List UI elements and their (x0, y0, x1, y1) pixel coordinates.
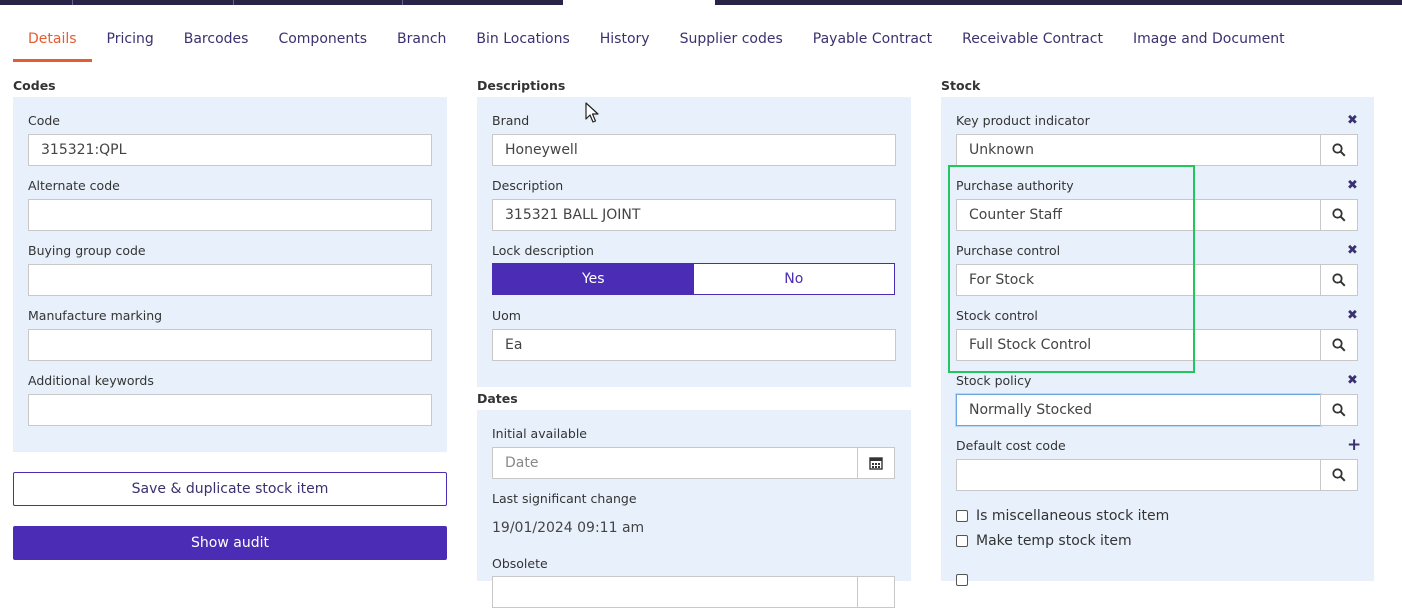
purchase-control-input[interactable]: For Stock (956, 264, 1321, 296)
code-label: Code (28, 113, 61, 128)
search-icon (1332, 468, 1346, 482)
lock-description-toggle: Yes No (492, 263, 895, 295)
code-input[interactable]: 315321:QPL (28, 134, 432, 166)
tab-details[interactable]: Details (13, 28, 92, 62)
stock-control-label: Stock control (956, 308, 1038, 323)
uom-label: Uom (492, 308, 521, 323)
default-cost-code-search-button[interactable] (1320, 459, 1358, 491)
last-significant-change-value: 19/01/2024 09:11 am (492, 520, 645, 536)
save-duplicate-button[interactable]: Save & duplicate stock item (13, 472, 447, 506)
lock-description-label: Lock description (492, 243, 594, 258)
tab-history[interactable]: History (585, 28, 665, 62)
top-nav-separator (402, 0, 403, 5)
top-nav-active-gap (563, 0, 715, 5)
default-cost-code-add-icon[interactable]: + (1347, 437, 1361, 454)
purchase-authority-label: Purchase authority (956, 178, 1074, 193)
purchase-control-clear-icon[interactable]: ✖ (1347, 243, 1358, 258)
uom-input[interactable]: Ea (492, 329, 896, 361)
buying-group-code-input[interactable] (28, 264, 432, 296)
tab-bar: Details Pricing Barcodes Components Bran… (13, 28, 1300, 62)
stock-policy-clear-icon[interactable]: ✖ (1347, 373, 1358, 388)
last-significant-change-label: Last significant change (492, 491, 637, 506)
lock-no-button[interactable]: No (693, 264, 894, 294)
search-icon (1332, 338, 1346, 352)
search-icon (1332, 208, 1346, 222)
calendar-icon (869, 457, 883, 470)
temp-stock-item-label: Make temp stock item (976, 533, 1132, 549)
stock-control-clear-icon[interactable]: ✖ (1347, 308, 1358, 323)
next-checkbox-row[interactable] (956, 574, 976, 586)
misc-stock-item-checkbox[interactable] (956, 510, 968, 522)
default-cost-code-label: Default cost code (956, 438, 1066, 453)
stock-policy-label: Stock policy (956, 373, 1032, 388)
stock-control-search-button[interactable] (1320, 329, 1358, 361)
descriptions-section-title: Descriptions (477, 78, 566, 93)
initial-available-label: Initial available (492, 426, 587, 441)
brand-label: Brand (492, 113, 530, 128)
purchase-authority-clear-icon[interactable]: ✖ (1347, 178, 1358, 193)
show-audit-button[interactable]: Show audit (13, 526, 447, 560)
tab-bin-locations[interactable]: Bin Locations (461, 28, 584, 62)
codes-section-title: Codes (13, 78, 56, 93)
tab-supplier-codes[interactable]: Supplier codes (665, 28, 798, 62)
temp-stock-item-checkbox[interactable] (956, 535, 968, 547)
description-label: Description (492, 178, 564, 193)
tab-image-and-document[interactable]: Image and Document (1118, 28, 1300, 62)
lock-yes-button[interactable]: Yes (493, 264, 694, 294)
tab-pricing[interactable]: Pricing (92, 28, 169, 62)
top-nav-separator (72, 0, 73, 5)
stock-policy-input[interactable]: Normally Stocked (956, 394, 1321, 426)
key-product-indicator-input[interactable]: Unknown (956, 134, 1321, 166)
top-nav-bar (0, 0, 1402, 5)
initial-available-input[interactable]: Date (492, 447, 858, 479)
key-product-indicator-label: Key product indicator (956, 113, 1090, 128)
purchase-authority-input[interactable]: Counter Staff (956, 199, 1321, 231)
next-checkbox[interactable] (956, 574, 968, 586)
purchase-control-search-button[interactable] (1320, 264, 1358, 296)
default-cost-code-input[interactable] (956, 459, 1321, 491)
tab-payable-contract[interactable]: Payable Contract (798, 28, 947, 62)
tab-branch[interactable]: Branch (382, 28, 461, 62)
search-icon (1332, 403, 1346, 417)
description-input[interactable]: 315321 BALL JOINT (492, 199, 896, 231)
obsolete-label: Obsolete (492, 556, 548, 571)
mouse-cursor-icon (585, 102, 599, 123)
additional-keywords-label: Additional keywords (28, 373, 154, 388)
buying-group-code-label: Buying group code (28, 243, 146, 258)
stock-policy-search-button[interactable] (1320, 394, 1358, 426)
temp-stock-item-row[interactable]: Make temp stock item (956, 533, 1132, 549)
manufacture-marking-label: Manufacture marking (28, 308, 163, 323)
purchase-authority-search-button[interactable] (1320, 199, 1358, 231)
misc-stock-item-row[interactable]: Is miscellaneous stock item (956, 508, 1169, 524)
initial-available-placeholder: Date (505, 455, 539, 471)
calendar-button[interactable] (857, 447, 895, 479)
search-icon (1332, 273, 1346, 287)
tab-barcodes[interactable]: Barcodes (169, 28, 264, 62)
stock-control-input[interactable]: Full Stock Control (956, 329, 1321, 361)
tab-components[interactable]: Components (263, 28, 382, 62)
top-nav-separator (233, 0, 234, 5)
purchase-control-label: Purchase control (956, 243, 1061, 258)
tab-receivable-contract[interactable]: Receivable Contract (947, 28, 1118, 62)
alternate-code-input[interactable] (28, 199, 432, 231)
key-product-clear-icon[interactable]: ✖ (1347, 113, 1358, 128)
manufacture-marking-input[interactable] (28, 329, 432, 361)
brand-input[interactable]: Honeywell (492, 134, 896, 166)
misc-stock-item-label: Is miscellaneous stock item (976, 508, 1170, 524)
additional-keywords-input[interactable] (28, 394, 432, 426)
alternate-code-label: Alternate code (28, 178, 120, 193)
stock-section-title: Stock (941, 78, 981, 93)
key-product-search-button[interactable] (1320, 134, 1358, 166)
dates-section-title: Dates (477, 391, 518, 406)
search-icon (1332, 143, 1346, 157)
